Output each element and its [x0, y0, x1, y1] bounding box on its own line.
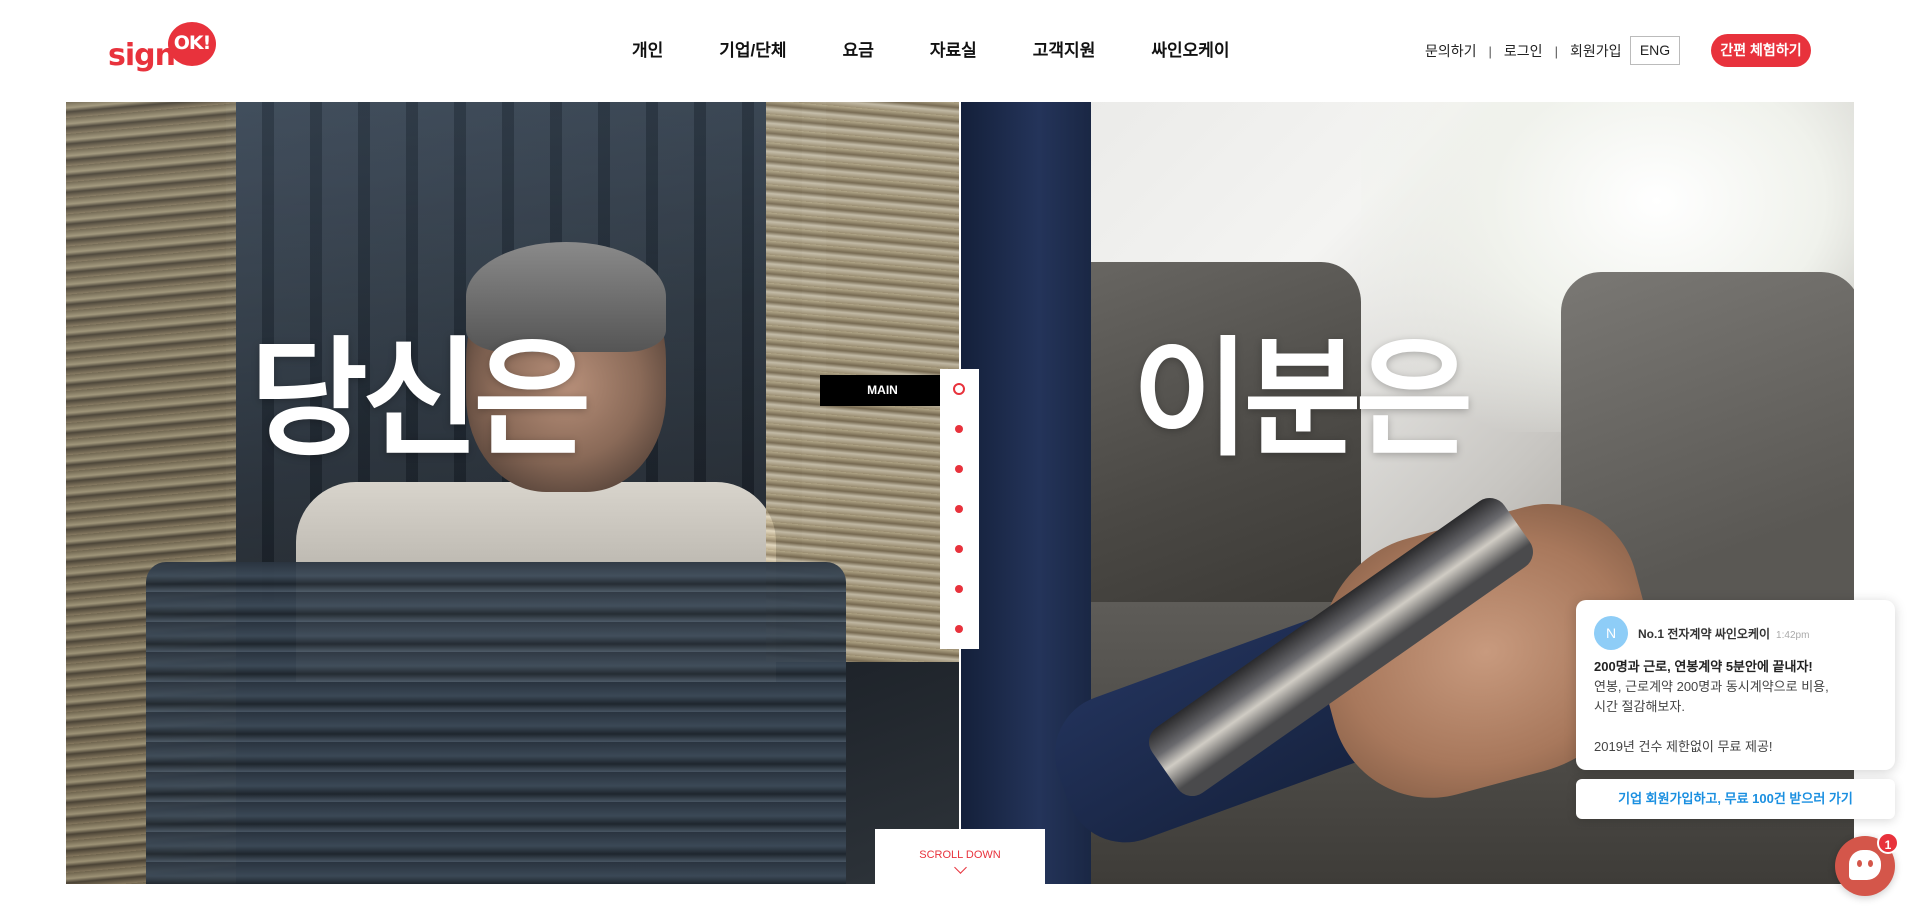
- quick-trial-button[interactable]: 간편 체험하기: [1711, 34, 1811, 67]
- binder-stack: [146, 562, 846, 884]
- signup-link[interactable]: 회원가입: [1570, 41, 1622, 61]
- pager-dot[interactable]: [955, 465, 963, 473]
- unread-badge: 1: [1877, 832, 1899, 854]
- nav-item-pricing[interactable]: 요금: [843, 36, 874, 61]
- chat-line: 2019년 건수 제한없이 무료 제공!: [1594, 739, 1773, 754]
- chat-line: 시간 절감해보자.: [1594, 699, 1685, 714]
- scroll-down-button[interactable]: SCROLL DOWN: [875, 829, 1045, 884]
- chat-signup-cta-button[interactable]: 기업 회원가입하고, 무료 100건 받으러 가기: [1576, 779, 1895, 819]
- login-link[interactable]: 로그인: [1504, 41, 1543, 61]
- chat-headline: 200명과 근로, 연봉계약 5분안에 끝내자!: [1594, 659, 1813, 674]
- chat-time: 1:42pm: [1776, 630, 1810, 641]
- pager-dot[interactable]: [955, 505, 963, 513]
- chat-body: 200명과 근로, 연봉계약 5분안에 끝내자! 연봉, 근로계약 200명과 …: [1594, 657, 1884, 757]
- pager-dot[interactable]: [955, 425, 963, 433]
- chevron-down-icon: [953, 861, 967, 874]
- chat-sender-name: No.1 전자계약 싸인오케이: [1638, 627, 1771, 641]
- separator: |: [1488, 43, 1492, 59]
- section-label: MAIN: [820, 375, 953, 406]
- nav-item-business[interactable]: 기업/단체: [719, 36, 786, 61]
- hero-headline-left: 당신은: [250, 325, 591, 474]
- separator: |: [1554, 43, 1558, 59]
- chat-bubble-icon: [1849, 850, 1881, 880]
- nav-item-support[interactable]: 고객지원: [1033, 36, 1096, 61]
- main-nav: 개인 기업/단체 요금 자료실 고객지원 싸인오케이: [600, 36, 1286, 61]
- pager-dot[interactable]: [955, 545, 963, 553]
- site-header: sign OK! 개인 기업/단체 요금 자료실 고객지원 싸인오케이 문의하기…: [0, 0, 1920, 102]
- pager-dot[interactable]: [955, 585, 963, 593]
- logo-badge: OK!: [168, 22, 216, 66]
- hero-image-left: [66, 102, 959, 884]
- language-button[interactable]: ENG: [1630, 36, 1680, 65]
- inquiry-link[interactable]: 문의하기: [1425, 41, 1477, 61]
- chat-line: 연봉, 근로계약 200명과 동시계약으로 비용,: [1594, 679, 1829, 694]
- pager-dot-main[interactable]: [953, 383, 965, 395]
- nav-item-about[interactable]: 싸인오케이: [1151, 36, 1229, 61]
- signok-logo[interactable]: sign OK!: [108, 20, 218, 74]
- section-pager: [940, 369, 979, 649]
- utility-links: 문의하기 | 로그인 | 회원가입: [1425, 41, 1621, 61]
- scroll-down-label: SCROLL DOWN: [919, 849, 1001, 861]
- nav-item-resources[interactable]: 자료실: [930, 36, 977, 61]
- nav-item-personal[interactable]: 개인: [632, 36, 663, 61]
- pager-dot[interactable]: [955, 625, 963, 633]
- logo-word: sign: [108, 38, 176, 73]
- chat-avatar: N: [1594, 616, 1628, 650]
- hero-headline-right: 이분은: [1132, 325, 1473, 474]
- chat-message-card[interactable]: N No.1 전자계약 싸인오케이 1:42pm 200명과 근로, 연봉계약 5…: [1576, 600, 1895, 770]
- chat-sender: No.1 전자계약 싸인오케이 1:42pm: [1638, 625, 1809, 642]
